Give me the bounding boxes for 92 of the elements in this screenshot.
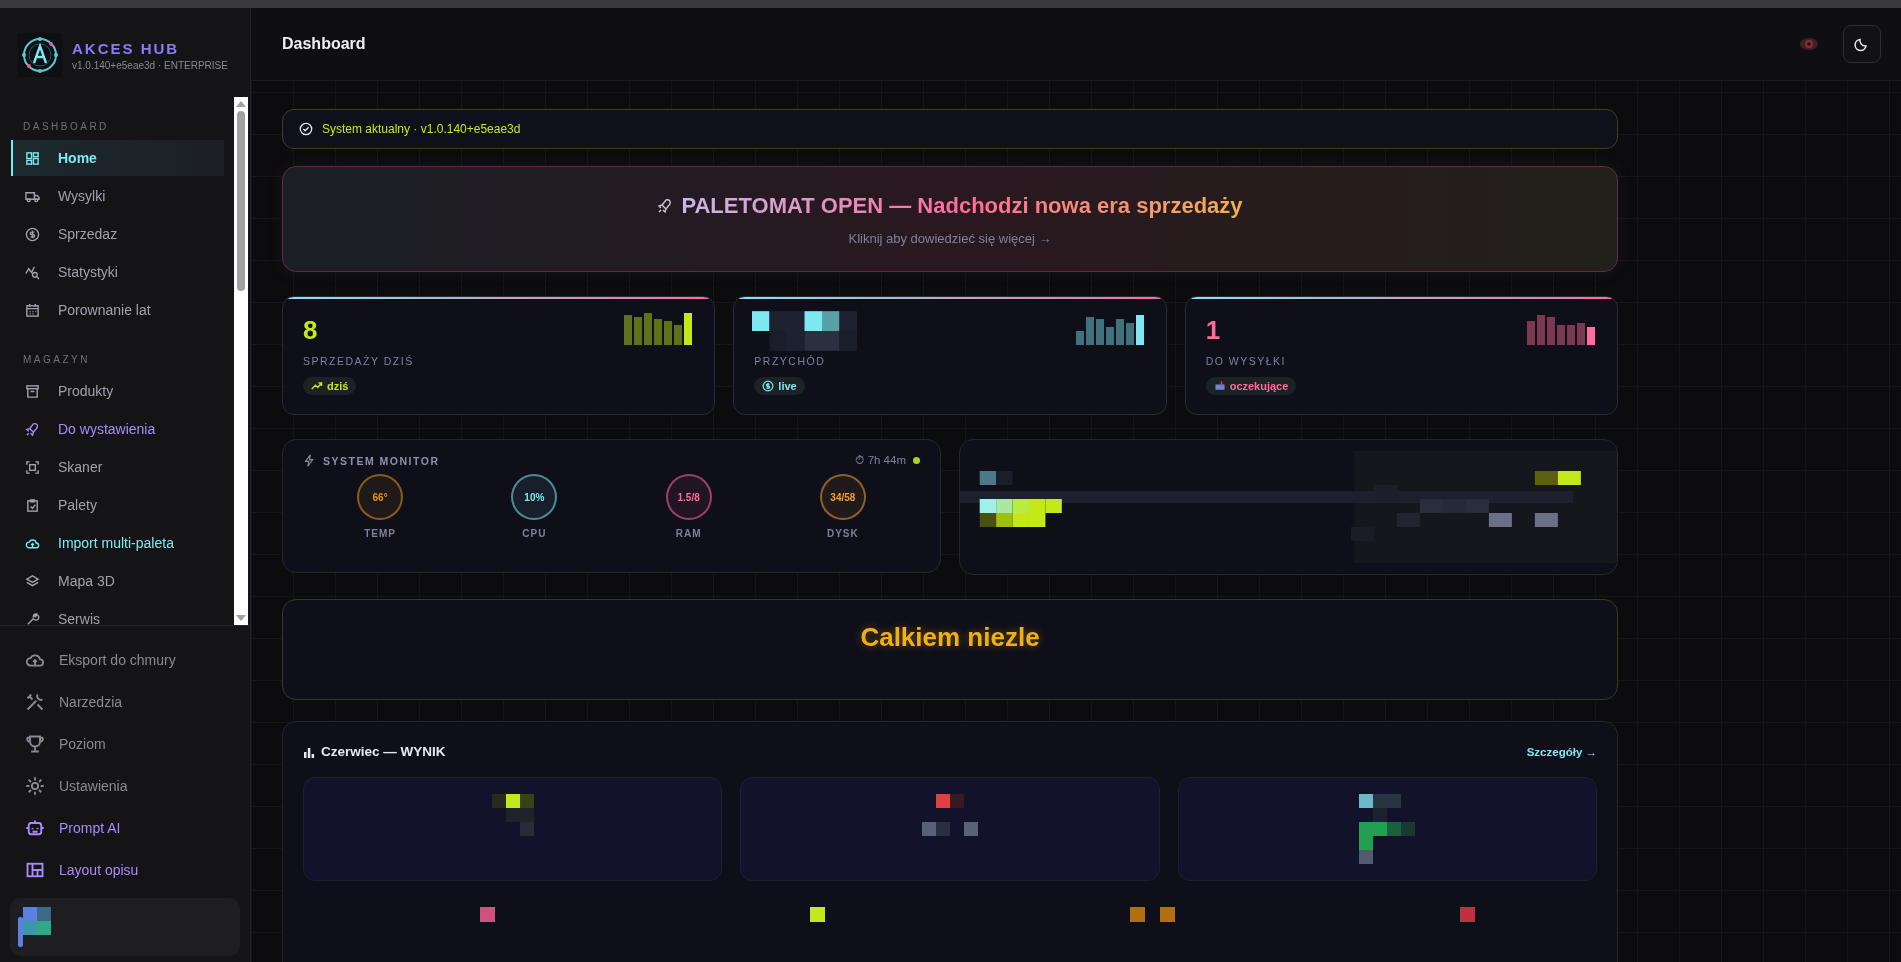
nav-item[interactable]: Prompt AI bbox=[11, 808, 240, 848]
layout-icon bbox=[25, 860, 45, 880]
spark-bar bbox=[1537, 315, 1545, 345]
layers-icon bbox=[25, 573, 40, 589]
section-heading: DASHBOARD bbox=[22, 120, 110, 134]
gauge-label: TEMP bbox=[364, 528, 396, 539]
dollar-icon bbox=[762, 380, 775, 392]
bar-chart-icon bbox=[303, 745, 315, 758]
rocket-icon bbox=[657, 197, 674, 214]
archive-icon bbox=[25, 383, 40, 399]
rating-text: Calkiem niezle bbox=[860, 622, 1040, 654]
gauge-ring: 1.5/8 bbox=[665, 474, 712, 520]
spark-bar bbox=[1567, 325, 1575, 345]
nav-item[interactable]: Mapa 3D bbox=[11, 563, 224, 599]
spark-bar bbox=[634, 317, 643, 345]
spark-bar bbox=[1125, 323, 1134, 345]
spark-bar bbox=[624, 315, 633, 345]
check-circle-icon bbox=[299, 122, 313, 136]
pixelated-area bbox=[491, 794, 534, 836]
gauge-label: DYSK bbox=[826, 528, 859, 539]
moon-icon bbox=[1854, 36, 1870, 52]
stat-badge: live bbox=[754, 377, 805, 395]
stat-label: PRZYCHÓD bbox=[754, 355, 826, 367]
pixelated-area bbox=[922, 794, 978, 836]
nav-item[interactable]: Poziom bbox=[11, 724, 240, 764]
user-card[interactable] bbox=[10, 898, 240, 956]
uptime: ⏱ 7h 44m bbox=[855, 454, 906, 467]
spark-bar bbox=[1135, 315, 1144, 345]
pixelated-area bbox=[1359, 794, 1416, 864]
chart-icon bbox=[25, 264, 40, 280]
nav-item[interactable]: Import multi-paleta bbox=[11, 525, 224, 561]
spark-bar bbox=[1557, 325, 1565, 345]
stat-value: 8 bbox=[303, 315, 318, 346]
rocket-icon bbox=[25, 421, 40, 437]
nav-item[interactable]: Statystyki bbox=[11, 254, 224, 290]
stat-value: 1 bbox=[1205, 315, 1221, 346]
stat-badge: oczekujące bbox=[1205, 377, 1297, 395]
online-dot bbox=[913, 457, 920, 464]
monitor-title: SYSTEM MONITOR bbox=[323, 454, 440, 467]
spark-bar bbox=[1527, 321, 1535, 345]
nav-item[interactable]: Layout opisu bbox=[11, 850, 240, 890]
nav-item[interactable]: Porownanie lat bbox=[11, 292, 224, 328]
dollar-icon bbox=[25, 226, 40, 242]
spark-bar bbox=[1547, 317, 1555, 345]
theme-toggle-button[interactable] bbox=[1843, 25, 1881, 63]
gauge-ring: 34/58 bbox=[819, 474, 866, 520]
calendar-icon bbox=[25, 302, 40, 318]
tools-icon bbox=[25, 692, 45, 712]
mailbox-icon bbox=[1213, 380, 1226, 392]
nav-item[interactable]: Sprzedaz bbox=[11, 216, 224, 252]
nav-item[interactable]: Narzedzia bbox=[11, 682, 240, 722]
stat-label: DO WYSYŁKI bbox=[1205, 355, 1286, 367]
brand-version: v1.0.140+e5eae3d · ENTERPRISE bbox=[72, 59, 228, 71]
nav-item[interactable]: Do wystawienia bbox=[11, 411, 224, 447]
nav-item[interactable]: Serwis bbox=[11, 601, 224, 625]
spark-bar bbox=[654, 319, 663, 345]
nav-item[interactable]: Home bbox=[11, 140, 224, 176]
nav-item[interactable]: Skaner bbox=[11, 449, 224, 485]
robot-icon bbox=[25, 818, 45, 838]
nav-item[interactable]: Produkty bbox=[11, 373, 224, 409]
gauge-ring: 66° bbox=[357, 474, 404, 520]
nav-item[interactable]: Ustawienia bbox=[11, 766, 240, 806]
stat-badge: dziś bbox=[303, 377, 357, 395]
page-title: Dashboard bbox=[282, 35, 366, 53]
pixelated-avatar bbox=[18, 907, 52, 947]
nav-item[interactable]: Eksport do chmury bbox=[11, 640, 240, 680]
scrollbar[interactable] bbox=[234, 97, 248, 625]
trophy-icon bbox=[25, 734, 45, 754]
spark-bar bbox=[644, 313, 653, 345]
promo-banner[interactable]: PALETOMAT OPEN — Nadchodzi nowa era sprzedaży Kliknij aby dowiedzieć się więcej → bbox=[282, 166, 1618, 272]
stat-label: SPRZEDAŻY DZIŚ bbox=[303, 355, 414, 367]
clipboard-icon bbox=[25, 497, 40, 513]
section-heading: MAGAZYN bbox=[22, 353, 91, 367]
grid-icon bbox=[25, 150, 40, 166]
month-title: Czerwiec — WYNIK bbox=[321, 744, 446, 759]
gauge-label: RAM bbox=[675, 528, 702, 539]
spark-bar bbox=[1587, 327, 1595, 345]
details-link[interactable]: Szczegóły → bbox=[1526, 745, 1597, 758]
nav-item[interactable]: Wysylki bbox=[11, 178, 224, 214]
brand-title: AKCES HUB bbox=[72, 39, 181, 57]
promo-subtitle: Kliknij aby dowiedzieć się więcej → bbox=[848, 230, 1052, 246]
gauge-label: CPU bbox=[522, 528, 547, 539]
gauge-ring: 10% bbox=[511, 474, 558, 520]
nav-item[interactable]: Palety bbox=[11, 487, 224, 523]
scan-icon bbox=[25, 459, 40, 475]
spark-bar bbox=[1577, 323, 1585, 345]
logo-icon bbox=[18, 33, 62, 77]
spark-bar bbox=[664, 321, 673, 345]
wrench-icon bbox=[25, 611, 40, 625]
status-text: System aktualny · v1.0.140+e5eae3d bbox=[322, 122, 521, 136]
lightning-icon bbox=[303, 454, 316, 467]
trend-up-icon bbox=[311, 380, 323, 392]
